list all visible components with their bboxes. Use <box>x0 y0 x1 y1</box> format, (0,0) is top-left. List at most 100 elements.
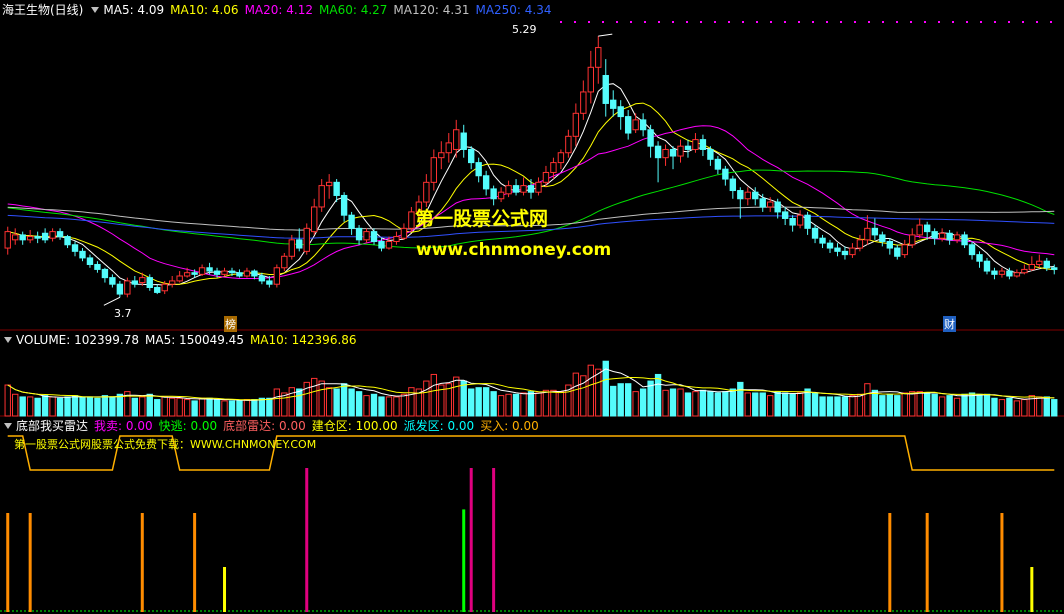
volume-bar <box>400 393 408 417</box>
candle-body <box>759 198 766 208</box>
candle-body <box>497 191 505 200</box>
candle-body <box>968 244 976 256</box>
candle-body <box>916 224 923 236</box>
candle-body <box>1028 263 1036 270</box>
volume-bar <box>423 380 430 417</box>
candle-body <box>737 190 744 200</box>
candle-body <box>370 231 378 242</box>
candle-body <box>64 236 71 246</box>
candle-body <box>475 162 482 177</box>
candle-body <box>834 247 841 252</box>
volume-bar <box>737 381 744 417</box>
stock-name[interactable]: 海王生物(日线) <box>2 3 83 17</box>
dropdown-triangle-icon[interactable] <box>4 423 12 429</box>
volume-bar <box>475 387 482 417</box>
candle-body <box>340 194 348 216</box>
volume-bar <box>976 393 983 417</box>
volume-bar <box>116 393 124 417</box>
signal-bar <box>140 513 144 612</box>
candle-body <box>587 66 594 93</box>
candle-body <box>520 185 527 193</box>
candle-body <box>460 132 467 150</box>
candle-body <box>296 239 303 249</box>
candle-body <box>251 270 258 277</box>
indicator-header: 底部我买雷达 我卖: 0.00 快逃: 0.00 底部雷达: 0.00 建仓区: 100… <box>2 418 545 434</box>
volume-bar <box>490 391 497 417</box>
resistance-dot <box>588 21 590 23</box>
volume-header: VOLUME: 102399.78 MA5: 150049.45 MA10: 142… <box>2 332 363 348</box>
volume-bar <box>273 388 281 417</box>
volume-bar <box>707 391 714 417</box>
candle-body <box>707 148 714 160</box>
resistance-dot <box>686 21 688 23</box>
candle-body <box>722 168 729 180</box>
candle-body <box>198 267 206 275</box>
volume-bar <box>834 396 841 417</box>
volume-label: VOLUME: 102399.78 <box>16 333 139 347</box>
volume-bar <box>722 391 729 417</box>
buy-in-label: 买入: 0.00 <box>480 419 539 433</box>
candle-body <box>363 231 370 241</box>
volume-bar <box>550 389 557 417</box>
volume-bar <box>41 395 49 417</box>
volume-bar <box>767 395 774 417</box>
resistance-dot <box>910 21 912 23</box>
candle-body <box>781 211 789 219</box>
volume-bar <box>86 396 94 417</box>
candle-body <box>191 272 198 275</box>
volume-bar <box>744 392 751 417</box>
volume-bar <box>886 393 893 417</box>
volume-bar <box>183 399 191 417</box>
candle-body <box>79 250 86 259</box>
candle-body <box>1013 272 1021 277</box>
candle-body <box>871 227 879 236</box>
volume-bar <box>968 392 976 417</box>
candle-body <box>385 240 393 249</box>
volume-bar <box>139 396 146 417</box>
indicator-signal-bars <box>6 468 1034 612</box>
resistance-dot <box>896 21 898 23</box>
dropdown-triangle-icon[interactable] <box>4 337 12 343</box>
volume-bar <box>109 396 116 417</box>
volume-bar <box>669 388 677 417</box>
dropdown-triangle-icon[interactable] <box>91 7 100 13</box>
candle-body <box>841 250 849 256</box>
signal-bar <box>492 468 496 612</box>
resistance-dot <box>840 21 842 23</box>
volume-bar <box>56 397 64 417</box>
list-tag-bang[interactable]: 榜 <box>224 316 237 332</box>
candle-body <box>550 162 557 173</box>
candle-body <box>752 191 759 200</box>
candle-body <box>333 181 340 196</box>
candle-body <box>490 188 497 200</box>
candle-body <box>512 185 520 193</box>
candle-body <box>71 244 79 252</box>
volume-bar <box>841 396 849 417</box>
candle-body <box>909 234 916 246</box>
candle-body <box>378 240 385 249</box>
volume-bar <box>258 397 266 417</box>
finance-tag-cai[interactable]: 财 <box>943 316 956 332</box>
candle-body <box>438 152 445 159</box>
candle-body <box>632 119 639 131</box>
candle-body <box>101 268 109 279</box>
volume-bar <box>781 392 789 417</box>
candle-body <box>535 181 542 193</box>
volume-bar <box>198 397 206 417</box>
signal-bar <box>223 567 227 612</box>
candle-body <box>12 234 19 241</box>
signal-bar <box>305 468 309 612</box>
candle-body <box>557 152 565 164</box>
signal-bar <box>1000 513 1004 612</box>
candle-body <box>804 214 811 229</box>
price-chart[interactable] <box>0 0 1064 614</box>
resistance-dot <box>1036 21 1038 23</box>
candle-body <box>789 217 796 226</box>
volume-bar <box>819 396 826 417</box>
volume-bar <box>146 393 153 417</box>
ma5-label: MA5: 4.09 <box>103 3 165 17</box>
volume-bar <box>1043 396 1050 417</box>
high-price-label: 5.29 <box>512 23 537 36</box>
resistance-dot <box>602 21 604 23</box>
indicator-name[interactable]: 底部我买雷达 <box>16 419 88 433</box>
